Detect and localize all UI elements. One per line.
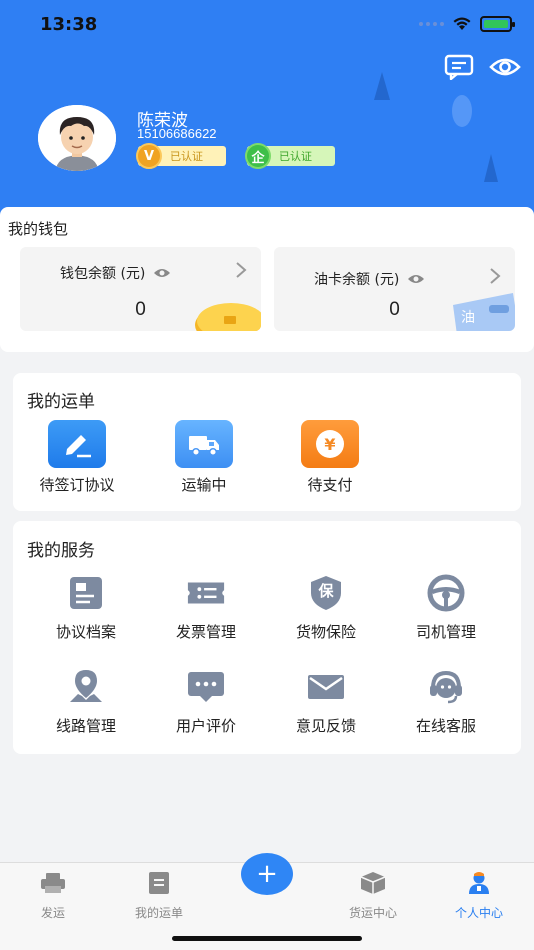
chevron-right-icon[interactable] bbox=[489, 267, 501, 285]
truck-icon bbox=[175, 420, 233, 468]
order-pending-sign[interactable]: 待签订协议 bbox=[27, 420, 127, 495]
box-icon bbox=[360, 872, 386, 894]
service-user-review-label: 用户评价 bbox=[175, 717, 236, 735]
status-bar: 13:38 bbox=[0, 0, 534, 54]
service-agreement-archive-label: 协议档案 bbox=[55, 623, 116, 641]
plus-icon: + bbox=[256, 859, 278, 889]
eye-icon[interactable] bbox=[407, 273, 425, 285]
yen-icon: ¥ bbox=[301, 420, 359, 468]
deco-egg-icon bbox=[452, 95, 472, 127]
tab-profile-label: 个人中心 bbox=[454, 906, 503, 920]
order-in-transit[interactable]: 运输中 bbox=[154, 420, 254, 495]
message-icon[interactable] bbox=[444, 54, 474, 80]
v-badge-icon: V bbox=[136, 143, 162, 169]
battery-icon bbox=[480, 16, 515, 32]
wallet-balance-label-row: 钱包余额 (元) bbox=[60, 263, 171, 283]
add-shipment-button[interactable]: + bbox=[241, 853, 293, 895]
service-online-support-label: 在线客服 bbox=[415, 717, 476, 735]
service-route-management[interactable]: 线路管理 bbox=[31, 667, 141, 736]
order-pending-payment[interactable]: ¥ 待支付 bbox=[280, 420, 380, 495]
order-pending-payment-label: 待支付 bbox=[307, 476, 353, 494]
service-driver-management-label: 司机管理 bbox=[415, 623, 476, 641]
fuel-card-label-row: 油卡余额 (元) bbox=[314, 269, 425, 289]
insurance-shield-icon: 保 bbox=[306, 573, 346, 613]
yen-glyph: ¥ bbox=[316, 430, 344, 458]
enterprise-badge-icon: 企 bbox=[245, 143, 271, 169]
tab-my-orders[interactable]: 我的运单 bbox=[114, 871, 204, 921]
service-cargo-insurance-label: 货物保险 bbox=[295, 623, 356, 641]
avatar[interactable] bbox=[38, 105, 116, 171]
verified-badge: V 已认证 bbox=[136, 143, 226, 169]
printer-icon bbox=[41, 873, 65, 893]
headset-icon bbox=[426, 667, 466, 707]
status-time: 13:38 bbox=[40, 14, 98, 35]
invoice-icon bbox=[186, 573, 226, 613]
person-icon bbox=[469, 872, 489, 894]
fuel-card-text: 油 bbox=[461, 310, 475, 326]
deco-drop-icon bbox=[484, 154, 498, 182]
order-in-transit-label: 运输中 bbox=[181, 476, 227, 494]
enterprise-verified-badge: 企 已认证 bbox=[245, 143, 335, 169]
service-feedback[interactable]: 意见反馈 bbox=[271, 667, 381, 736]
wallet-balance-card[interactable]: 钱包余额 (元) 0 bbox=[20, 247, 261, 331]
services-panel: 我的服务 协议档案 发票管理 保 货物保险 司机管理 线路管理 用户评价 意见反… bbox=[13, 521, 521, 754]
service-online-support[interactable]: 在线客服 bbox=[391, 667, 501, 736]
signal-icon bbox=[419, 22, 444, 26]
comment-icon bbox=[186, 667, 226, 707]
wifi-icon bbox=[453, 17, 471, 30]
eye-icon[interactable] bbox=[489, 54, 521, 80]
gold-coin-icon bbox=[195, 303, 261, 331]
fuel-card-balance-card[interactable]: 油卡余额 (元) 0 油 bbox=[274, 247, 515, 331]
service-driver-management[interactable]: 司机管理 bbox=[391, 573, 501, 642]
header-banner: 13:38 陈荣波 15106686622 V 已认证 企 已认证 bbox=[0, 0, 534, 220]
service-route-management-label: 线路管理 bbox=[55, 717, 116, 735]
tab-profile[interactable]: 个人中心 bbox=[434, 871, 524, 921]
status-icons bbox=[419, 16, 515, 32]
enterprise-verified-label: 已认证 bbox=[279, 150, 312, 163]
verified-label: 已认证 bbox=[170, 150, 203, 163]
orders-panel: 我的运单 待签订协议 运输中 ¥ 待支付 bbox=[13, 373, 521, 511]
tab-my-orders-label: 我的运单 bbox=[134, 906, 183, 920]
chevron-right-icon[interactable] bbox=[235, 261, 247, 279]
wallet-title: 我的钱包 bbox=[8, 220, 69, 238]
insurance-glyph: 保 bbox=[318, 582, 334, 600]
location-pin-icon bbox=[66, 667, 106, 707]
sign-pen-icon bbox=[48, 420, 106, 468]
service-invoice-management[interactable]: 发票管理 bbox=[151, 573, 261, 642]
orders-title: 我的运单 bbox=[27, 392, 95, 412]
list-icon bbox=[149, 872, 169, 894]
deco-drop-icon bbox=[374, 72, 390, 100]
service-invoice-management-label: 发票管理 bbox=[175, 623, 236, 641]
document-icon bbox=[66, 573, 106, 613]
user-phone: 15106686622 bbox=[137, 126, 217, 141]
tab-freight-center[interactable]: 货运中心 bbox=[328, 871, 418, 921]
wallet-balance-label: 钱包余额 (元) bbox=[60, 266, 146, 282]
fuel-card-icon: 油 bbox=[447, 291, 515, 331]
service-agreement-archive[interactable]: 协议档案 bbox=[31, 573, 141, 642]
order-pending-sign-label: 待签订协议 bbox=[39, 476, 115, 494]
tab-ship[interactable]: 发运 bbox=[8, 871, 98, 921]
service-user-review[interactable]: 用户评价 bbox=[151, 667, 261, 736]
service-cargo-insurance[interactable]: 保 货物保险 bbox=[271, 573, 381, 642]
eye-icon[interactable] bbox=[153, 267, 171, 279]
services-title: 我的服务 bbox=[27, 541, 95, 561]
tab-ship-label: 发运 bbox=[40, 906, 65, 920]
mail-icon bbox=[306, 667, 346, 707]
home-indicator bbox=[172, 936, 362, 941]
tab-freight-center-label: 货运中心 bbox=[348, 906, 397, 920]
steering-wheel-icon bbox=[426, 573, 466, 613]
fuel-card-balance-label: 油卡余额 (元) bbox=[314, 272, 400, 288]
service-feedback-label: 意见反馈 bbox=[295, 717, 356, 735]
